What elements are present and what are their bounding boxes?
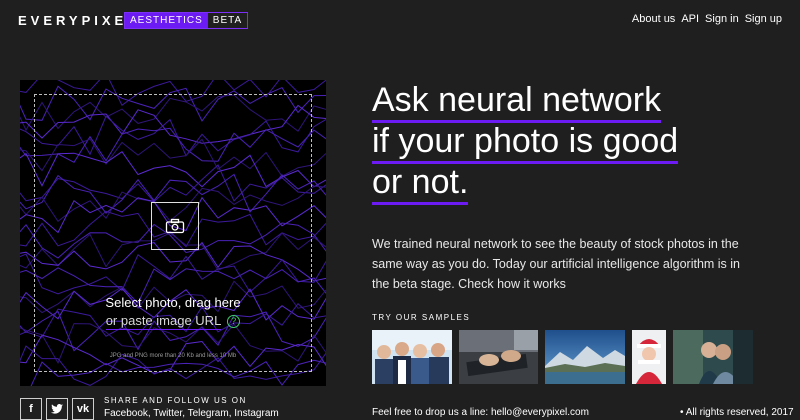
nav-api[interactable]: API	[681, 13, 699, 25]
sample-mountain-lake[interactable]	[545, 330, 625, 384]
facebook-icon[interactable]: f	[20, 398, 42, 420]
contact-text[interactable]: Feel free to drop us a line: hello@every…	[372, 407, 589, 418]
typing-hands-image	[459, 330, 538, 384]
paste-image-url-link[interactable]: or paste image URL	[105, 313, 222, 330]
badge-aesthetics: AESTHETICS	[125, 13, 208, 28]
camera-upload-button[interactable]	[151, 202, 199, 250]
page: EVERYPIXEL AESTHETICS BETA About us API …	[0, 0, 800, 420]
help-icon[interactable]: ?	[227, 315, 241, 328]
badge-beta: BETA	[207, 13, 248, 28]
sample-woman-red-hat[interactable]	[632, 330, 666, 384]
twitter-bird-icon	[51, 404, 63, 414]
upload-panel[interactable]: Select photo, drag here or paste image U…	[20, 80, 326, 386]
vk-icon[interactable]: vk	[72, 398, 94, 420]
headline-line-3: or not.	[372, 163, 469, 205]
headline: Ask neural network if your photo is good…	[372, 80, 679, 205]
sample-typing-hands[interactable]	[459, 330, 538, 384]
sample-couple[interactable]	[673, 330, 753, 384]
nav-sign-in[interactable]: Sign in	[705, 13, 739, 25]
business-team-image	[372, 330, 452, 384]
couple-image	[673, 330, 753, 384]
nav-about-us[interactable]: About us	[632, 13, 675, 25]
photo-drop-zone[interactable]: Select photo, drag here or paste image U…	[34, 94, 312, 372]
share-links[interactable]: Facebook, Twitter, Telegram, Instagram	[104, 408, 279, 419]
woman-red-hat-image	[632, 330, 666, 384]
mountain-lake-image	[545, 330, 625, 384]
sample-business-team[interactable]	[372, 330, 452, 384]
file-requirements-note: JPG and PNG more than 20 Kb and less 10 …	[109, 353, 237, 359]
paste-url-row[interactable]: or paste image URL?	[35, 313, 311, 330]
camera-icon	[165, 218, 185, 234]
select-photo-text[interactable]: Select photo, drag here	[35, 295, 311, 310]
headline-line-2: if your photo is good	[372, 122, 679, 164]
share-title: SHARE AND FOLLOW US ON	[104, 396, 247, 405]
headline-line-1: Ask neural network	[372, 81, 662, 123]
copyright-label: All rights reserved, 2017	[685, 407, 794, 418]
description-text: We trained neural network to see the bea…	[372, 237, 741, 291]
nav-sign-up[interactable]: Sign up	[745, 13, 782, 25]
aesthetics-beta-badge: AESTHETICS BETA	[124, 12, 249, 29]
everypixel-logo[interactable]: EVERYPIXEL	[18, 13, 139, 28]
social-icons: f vk	[20, 398, 94, 420]
samples-title: TRY OUR SAMPLES	[372, 313, 471, 322]
top-nav: About us API Sign in Sign up	[632, 13, 782, 25]
copyright-text: • All rights reserved, 2017	[680, 407, 794, 418]
twitter-icon[interactable]	[46, 398, 68, 420]
